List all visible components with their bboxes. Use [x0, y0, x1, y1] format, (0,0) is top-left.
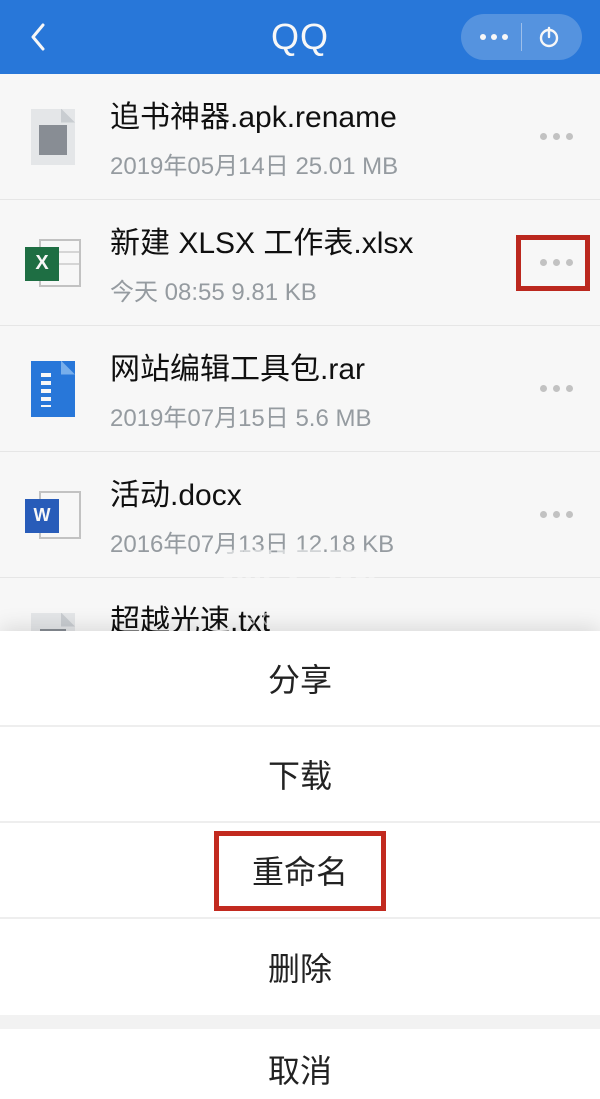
action-sheet: 分享 下载 重命名 删除 取消 — [0, 631, 600, 1099]
file-meta: 2019年05月14日 25.01 MB — [110, 146, 528, 181]
header-close-button[interactable] — [522, 14, 576, 60]
sheet-cancel-label: 取消 — [268, 1046, 332, 1092]
more-icon — [480, 34, 508, 40]
file-info: 活动.docx 2016年07月13日 12.18 KB — [110, 470, 528, 559]
file-name: 新建 XLSX 工作表.xlsx — [110, 218, 528, 262]
annotation-highlight — [214, 831, 386, 911]
file-meta: 2019年07月15日 5.6 MB — [110, 398, 528, 433]
header-bar: QQ — [0, 0, 600, 74]
file-row[interactable]: 网站编辑工具包.rar 2019年07月15日 5.6 MB — [0, 326, 600, 452]
app-root: QQ 追书神器.apk.r — [0, 0, 600, 1099]
file-row[interactable]: W 活动.docx 2016年07月13日 12.18 KB — [0, 452, 600, 578]
file-xlsx-icon: X — [22, 232, 84, 294]
header-pill — [461, 14, 582, 60]
sheet-delete[interactable]: 删除 — [0, 919, 600, 1015]
more-icon — [540, 385, 573, 392]
file-name: 活动.docx — [110, 470, 528, 514]
sheet-share[interactable]: 分享 — [0, 631, 600, 727]
power-icon — [537, 25, 561, 49]
file-name: 网站编辑工具包.rar — [110, 344, 528, 388]
file-meta: 2016年07月13日 12.18 KB — [110, 524, 528, 559]
file-info: 网站编辑工具包.rar 2019年07月15日 5.6 MB — [110, 344, 528, 433]
file-more-button[interactable] — [528, 109, 584, 165]
header-more-button[interactable] — [467, 14, 521, 60]
annotation-highlight — [516, 235, 590, 291]
file-name: 追书神器.apk.rename — [110, 92, 528, 136]
back-button[interactable] — [18, 17, 58, 57]
file-rar-icon — [22, 358, 84, 420]
file-info: 追书神器.apk.rename 2019年05月14日 25.01 MB — [110, 92, 528, 181]
sheet-cancel[interactable]: 取消 — [0, 1029, 600, 1099]
file-meta: 今天 08:55 9.81 KB — [110, 272, 528, 307]
sheet-download[interactable]: 下载 — [0, 727, 600, 823]
file-docx-icon: W — [22, 484, 84, 546]
chevron-left-icon — [29, 23, 47, 51]
sheet-cancel-separator: 取消 — [0, 1015, 600, 1099]
sheet-share-label: 分享 — [268, 655, 332, 701]
sheet-delete-label: 删除 — [268, 944, 332, 990]
file-row[interactable]: 追书神器.apk.rename 2019年05月14日 25.01 MB — [0, 74, 600, 200]
more-icon — [540, 511, 573, 518]
sheet-rename[interactable]: 重命名 — [0, 823, 600, 919]
more-icon — [540, 133, 573, 140]
header-actions — [461, 14, 582, 60]
file-more-button[interactable] — [528, 361, 584, 417]
file-row[interactable]: X 新建 XLSX 工作表.xlsx 今天 08:55 9.81 KB — [0, 200, 600, 326]
sheet-download-label: 下载 — [268, 751, 332, 797]
file-more-button[interactable] — [528, 487, 584, 543]
file-info: 新建 XLSX 工作表.xlsx 今天 08:55 9.81 KB — [110, 218, 528, 307]
file-generic-icon — [22, 106, 84, 168]
